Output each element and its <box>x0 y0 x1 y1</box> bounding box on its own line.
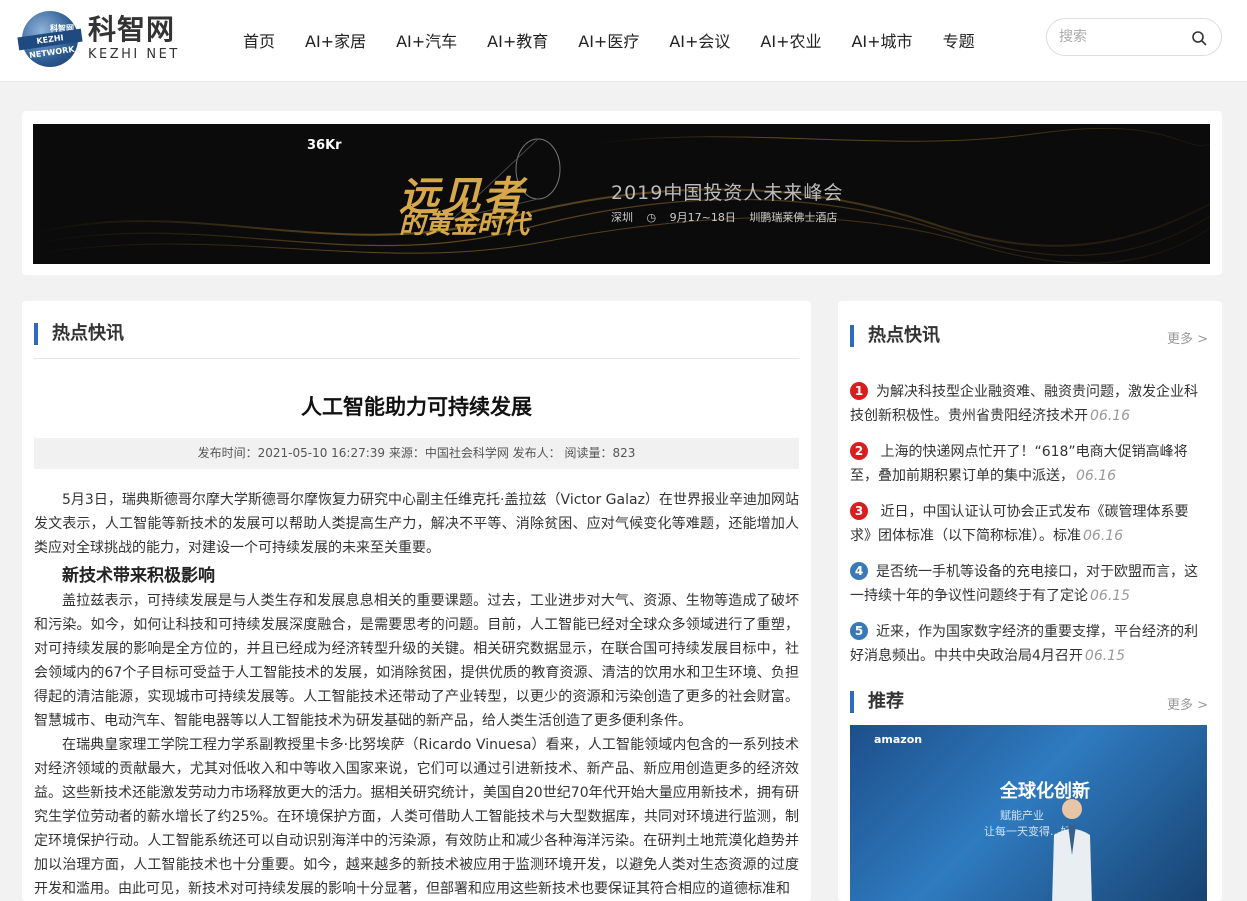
section-heading-hot-news: 热点快讯 <box>34 323 124 345</box>
banner-brand: 36Kr <box>307 138 342 153</box>
site-header: 科智网 KEZHI NETWORK 科智网 KEZHI NET 首页 AI+家居… <box>0 0 1247 82</box>
nav-item-ai-education[interactable]: AI+教育 <box>472 28 563 52</box>
search-box <box>1046 18 1222 56</box>
banner-venue: 圳鹏瑞莱佛士酒店 <box>749 211 838 224</box>
nav-item-ai-medical[interactable]: AI+医疗 <box>563 28 654 52</box>
hot-item-text: 近来，作为国家数字经济的重要支撑，平台经济的利好消息频出。中共中央政治局4月召开 <box>850 624 1198 664</box>
nav-item-ai-home[interactable]: AI+家居 <box>290 28 381 52</box>
search-icon[interactable] <box>1191 30 1207 46</box>
sidebar-recommend-heading: 推荐 <box>850 691 904 713</box>
site-logo[interactable]: 科智网 KEZHI NETWORK 科智网 KEZHI NET <box>17 8 192 70</box>
hot-item-text: 上海的快递网点忙开了！“618”电商大促销高峰将至，叠加前期积累订单的集中派送， <box>850 444 1188 484</box>
article-paragraph: 在瑞典皇家理工学院工程力学系副教授里卡多·比努埃萨（Ricardo Vinues… <box>34 737 799 897</box>
banner-event-title: 2019中国投资人未来峰会 <box>611 182 844 204</box>
nav-item-ai-car[interactable]: AI+汽车 <box>381 28 472 52</box>
article-card: 热点快讯 人工智能助力可持续发展 发布时间：2021-05-10 16:27:3… <box>22 301 811 901</box>
logo-text: 科智网 KEZHI NET <box>88 14 180 64</box>
hot-item-date: 06.16 <box>1076 468 1117 484</box>
globe-logo-icon: 科智网 KEZHI NETWORK <box>17 11 83 67</box>
rank-badge: 1 <box>850 382 868 400</box>
hot-item-date: 06.15 <box>1084 648 1125 664</box>
hot-more-link[interactable]: 更多 > <box>1167 328 1208 347</box>
banner-subline: 的黄金时代 <box>399 210 530 240</box>
hot-item-date: 06.15 <box>1090 588 1131 604</box>
speaker-figure <box>1052 799 1092 901</box>
hot-item-date: 06.16 <box>1090 408 1131 424</box>
hot-item-date: 06.16 <box>1083 528 1124 544</box>
hot-item-text: 是否统一手机等设备的充电接口，对于欧盟而言，这一持续十年的争议性问题终于有了定论 <box>850 564 1198 604</box>
article-subheading: 新技术带来积极影响 <box>62 566 215 586</box>
nav-item-ai-agriculture[interactable]: AI+农业 <box>745 28 836 52</box>
logo-en: KEZHI NET <box>88 47 180 62</box>
banner-event-info: 深圳 ◷ 9月17~18日 圳鹏瑞莱佛士酒店 <box>611 209 847 225</box>
nav-item-ai-city[interactable]: AI+城市 <box>836 28 927 52</box>
nav-item-topics[interactable]: 专题 <box>928 28 990 52</box>
article-meta: 发布时间：2021-05-10 16:27:39 来源：中国社会科学网 发布人：… <box>34 438 799 469</box>
section-divider <box>34 358 799 359</box>
rec-subline-1: 赋能产业 <box>1000 809 1044 822</box>
article-title: 人工智能助力可持续发展 <box>301 395 532 419</box>
logo-cn: 科智网 <box>88 13 176 46</box>
nav-item-home[interactable]: 首页 <box>228 28 290 52</box>
recommend-more-link[interactable]: 更多 > <box>1167 694 1208 713</box>
recommend-image[interactable]: amazon 全球化创新 赋能产业 让每一天变得...好 <box>850 725 1207 901</box>
list-item[interactable]: 4 是否统一手机等设备的充电接口，对于欧盟而言，这一持续十年的争议性问题终于有了定… <box>850 560 1208 608</box>
hot-item-text: 近日，中国认证认可协会正式发布《碳管理体系要求》团体标准（以下简称标准）。标准 <box>850 504 1189 544</box>
nav-item-ai-conference[interactable]: AI+会议 <box>654 28 745 52</box>
rank-badge: 5 <box>850 622 868 640</box>
hot-item-text: 为解决科技型企业融资难、融资贵问题，激发企业科技创新积极性。贵州省贵阳经济技术开 <box>850 384 1198 424</box>
sidebar-hot-heading: 热点快讯 <box>850 325 940 347</box>
list-item[interactable]: 5 近来，作为国家数字经济的重要支撑，平台经济的利好消息频出。中共中央政治局4月召… <box>850 620 1208 668</box>
list-item[interactable]: 2 上海的快递网点忙开了！“618”电商大促销高峰将至，叠加前期积累订单的集中派… <box>850 440 1208 488</box>
list-item[interactable]: 3 近日，中国认证认可协会正式发布《碳管理体系要求》团体标准（以下简称标准）。标… <box>850 500 1208 548</box>
clock-icon: ◷ <box>646 211 657 224</box>
rank-badge: 2 <box>850 442 868 460</box>
event-banner[interactable]: 36Kr 远见者 的黄金时代 2019中国投资人未来峰会 深圳 ◷ 9月17~1… <box>33 124 1210 264</box>
rank-badge: 3 <box>850 502 868 520</box>
article-paragraph: 盖拉兹表示，可持续发展是与人类生存和发展息息相关的重要课题。过去，工业进步对大气… <box>34 593 799 729</box>
hot-news-list: 1 为解决科技型企业融资难、融资贵问题，激发企业科技创新积极性。贵州省贵阳经济技术… <box>850 380 1208 680</box>
rec-brand: amazon <box>874 733 923 746</box>
sidebar: 热点快讯 更多 > 1 为解决科技型企业融资难、融资贵问题，激发企业科技创新积极性… <box>838 301 1222 901</box>
search-input[interactable] <box>1059 27 1179 47</box>
banner-city: 深圳 <box>611 211 633 224</box>
logo-badge-text: KEZHI NETWORK <box>17 28 83 60</box>
main-nav: 首页 AI+家居 AI+汽车 AI+教育 AI+医疗 AI+会议 AI+农业 A… <box>228 0 990 80</box>
rank-badge: 4 <box>850 562 868 580</box>
banner-date: 9月17~18日 <box>669 211 736 224</box>
list-item[interactable]: 1 为解决科技型企业融资难、融资贵问题，激发企业科技创新积极性。贵州省贵阳经济技术… <box>850 380 1208 428</box>
article-body: 5月3日，瑞典斯德哥尔摩大学斯德哥尔摩恢复力研究中心副主任维克托·盖拉兹（Vic… <box>34 488 799 901</box>
banner-card: 36Kr 远见者 的黄金时代 2019中国投资人未来峰会 深圳 ◷ 9月17~1… <box>22 111 1222 275</box>
article-paragraph: 5月3日，瑞典斯德哥尔摩大学斯德哥尔摩恢复力研究中心副主任维克托·盖拉兹（Vic… <box>34 492 799 556</box>
